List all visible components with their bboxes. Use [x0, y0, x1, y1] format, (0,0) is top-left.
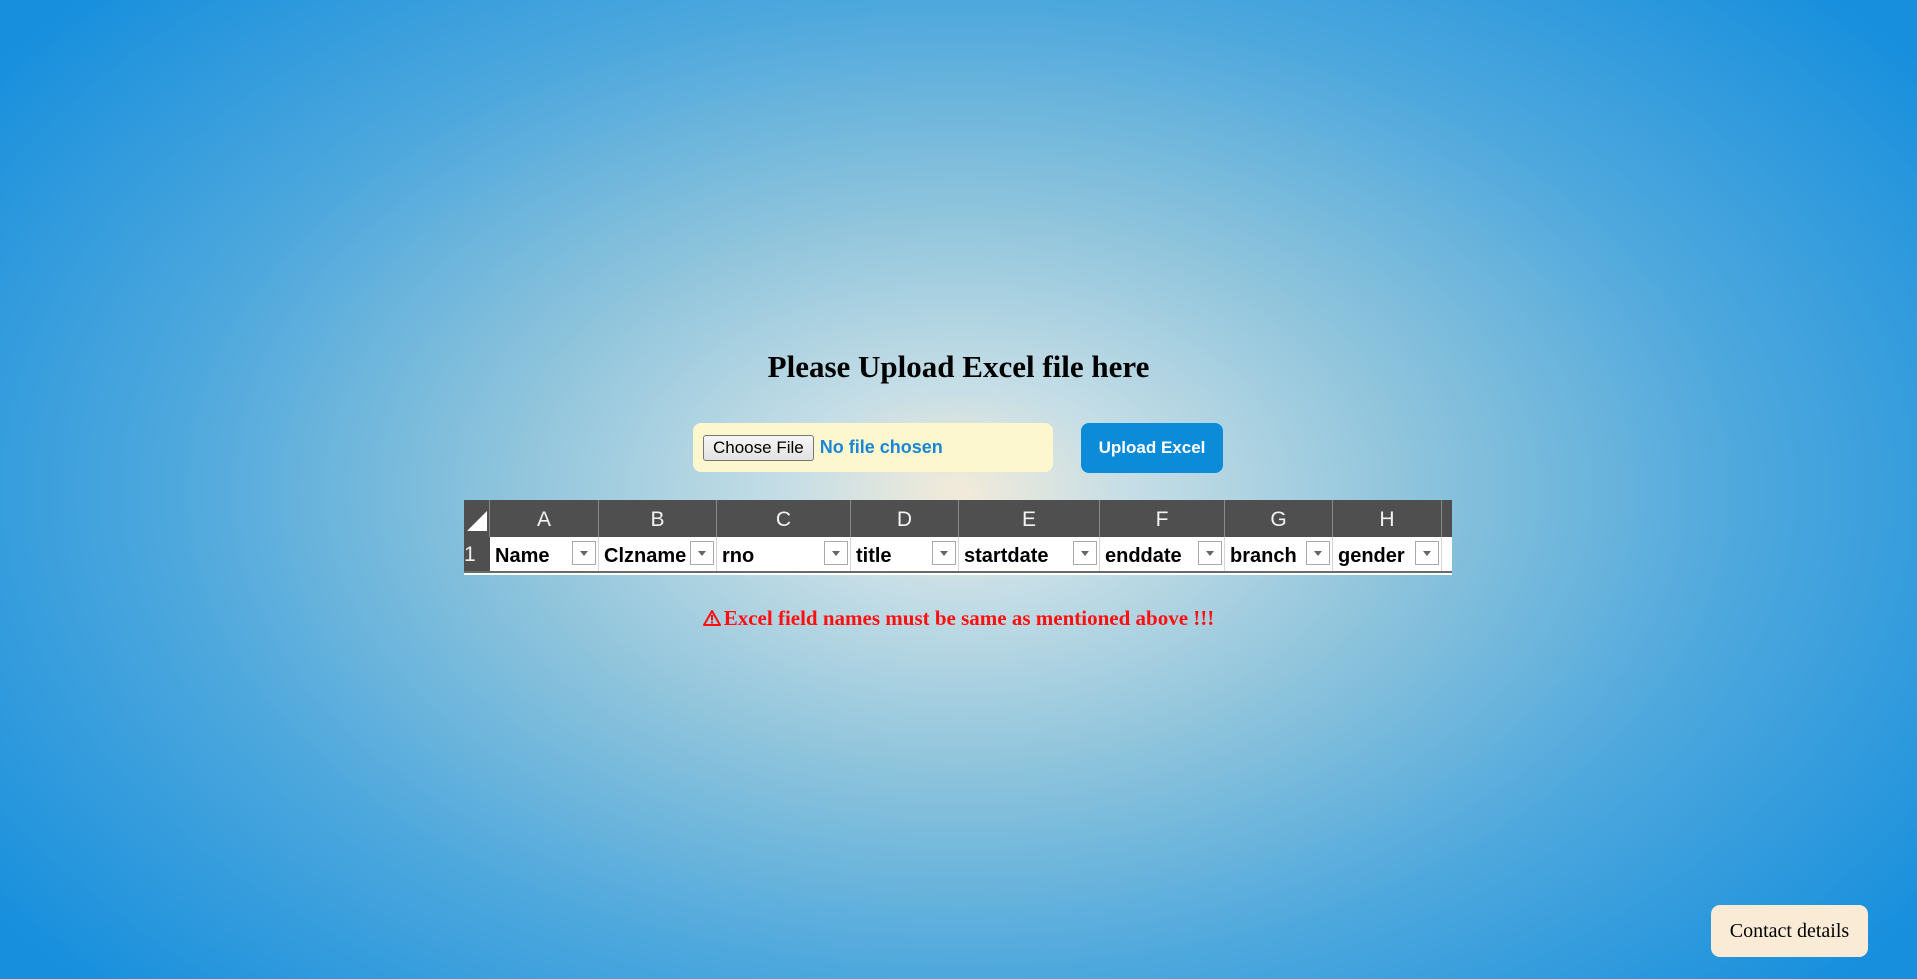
column-letter: C	[717, 500, 851, 537]
filter-dropdown-icon	[932, 541, 956, 565]
file-status-text: No file chosen	[819, 437, 943, 457]
filter-dropdown-icon	[572, 541, 596, 565]
field-cell-name: Name	[490, 537, 599, 573]
column-letter: E	[959, 500, 1100, 537]
warning-triangle-icon	[702, 610, 721, 626]
file-input-container[interactable]: Choose File No file chosen	[693, 423, 1053, 472]
field-name: rno	[722, 545, 755, 567]
corner-triangle-icon	[467, 511, 487, 531]
field-name: title	[856, 545, 892, 567]
field-cell-clzname: Clzname	[599, 537, 717, 573]
contact-details-button[interactable]: Contact details	[1711, 905, 1868, 957]
sheet-divider	[464, 571, 1452, 573]
field-name: startdate	[964, 545, 1049, 567]
field-cell-branch: branch	[1225, 537, 1333, 573]
filter-dropdown-icon	[1198, 541, 1222, 565]
column-letter: G	[1225, 500, 1333, 537]
field-name: branch	[1230, 545, 1297, 567]
filter-dropdown-icon	[1073, 541, 1097, 565]
upload-excel-button[interactable]: Upload Excel	[1081, 423, 1223, 473]
field-name: gender	[1338, 545, 1405, 567]
field-cell-gender: gender	[1333, 537, 1442, 573]
column-letter: D	[851, 500, 959, 537]
warning-text: Excel field names must be same as mentio…	[723, 606, 1215, 630]
field-name: Clzname	[604, 545, 687, 567]
field-cell-title: title	[851, 537, 959, 573]
field-warning: Excel field names must be same as mentio…	[0, 603, 1917, 633]
excel-header-image: A B C D E F G H 1 Name Clzname rno title…	[464, 500, 1452, 575]
filter-dropdown-icon	[824, 541, 848, 565]
choose-file-button[interactable]: Choose File	[703, 434, 814, 461]
field-name: enddate	[1105, 545, 1182, 567]
column-letter: F	[1100, 500, 1225, 537]
field-cell-startdate: startdate	[959, 537, 1100, 573]
field-name: Name	[495, 545, 550, 567]
row-number: 1	[464, 537, 490, 573]
select-all-corner	[464, 500, 490, 537]
field-cell-enddate: enddate	[1100, 537, 1225, 573]
page-title: Please Upload Excel file here	[767, 349, 1150, 384]
filter-dropdown-icon	[1306, 541, 1330, 565]
field-cell-rno: rno	[717, 537, 851, 573]
column-letter: B	[599, 500, 717, 537]
filter-dropdown-icon	[690, 541, 714, 565]
column-letter: H	[1333, 500, 1442, 537]
filter-dropdown-icon	[1415, 541, 1439, 565]
column-letter: A	[490, 500, 599, 537]
column-header-row: A B C D E F G H	[464, 500, 1452, 537]
